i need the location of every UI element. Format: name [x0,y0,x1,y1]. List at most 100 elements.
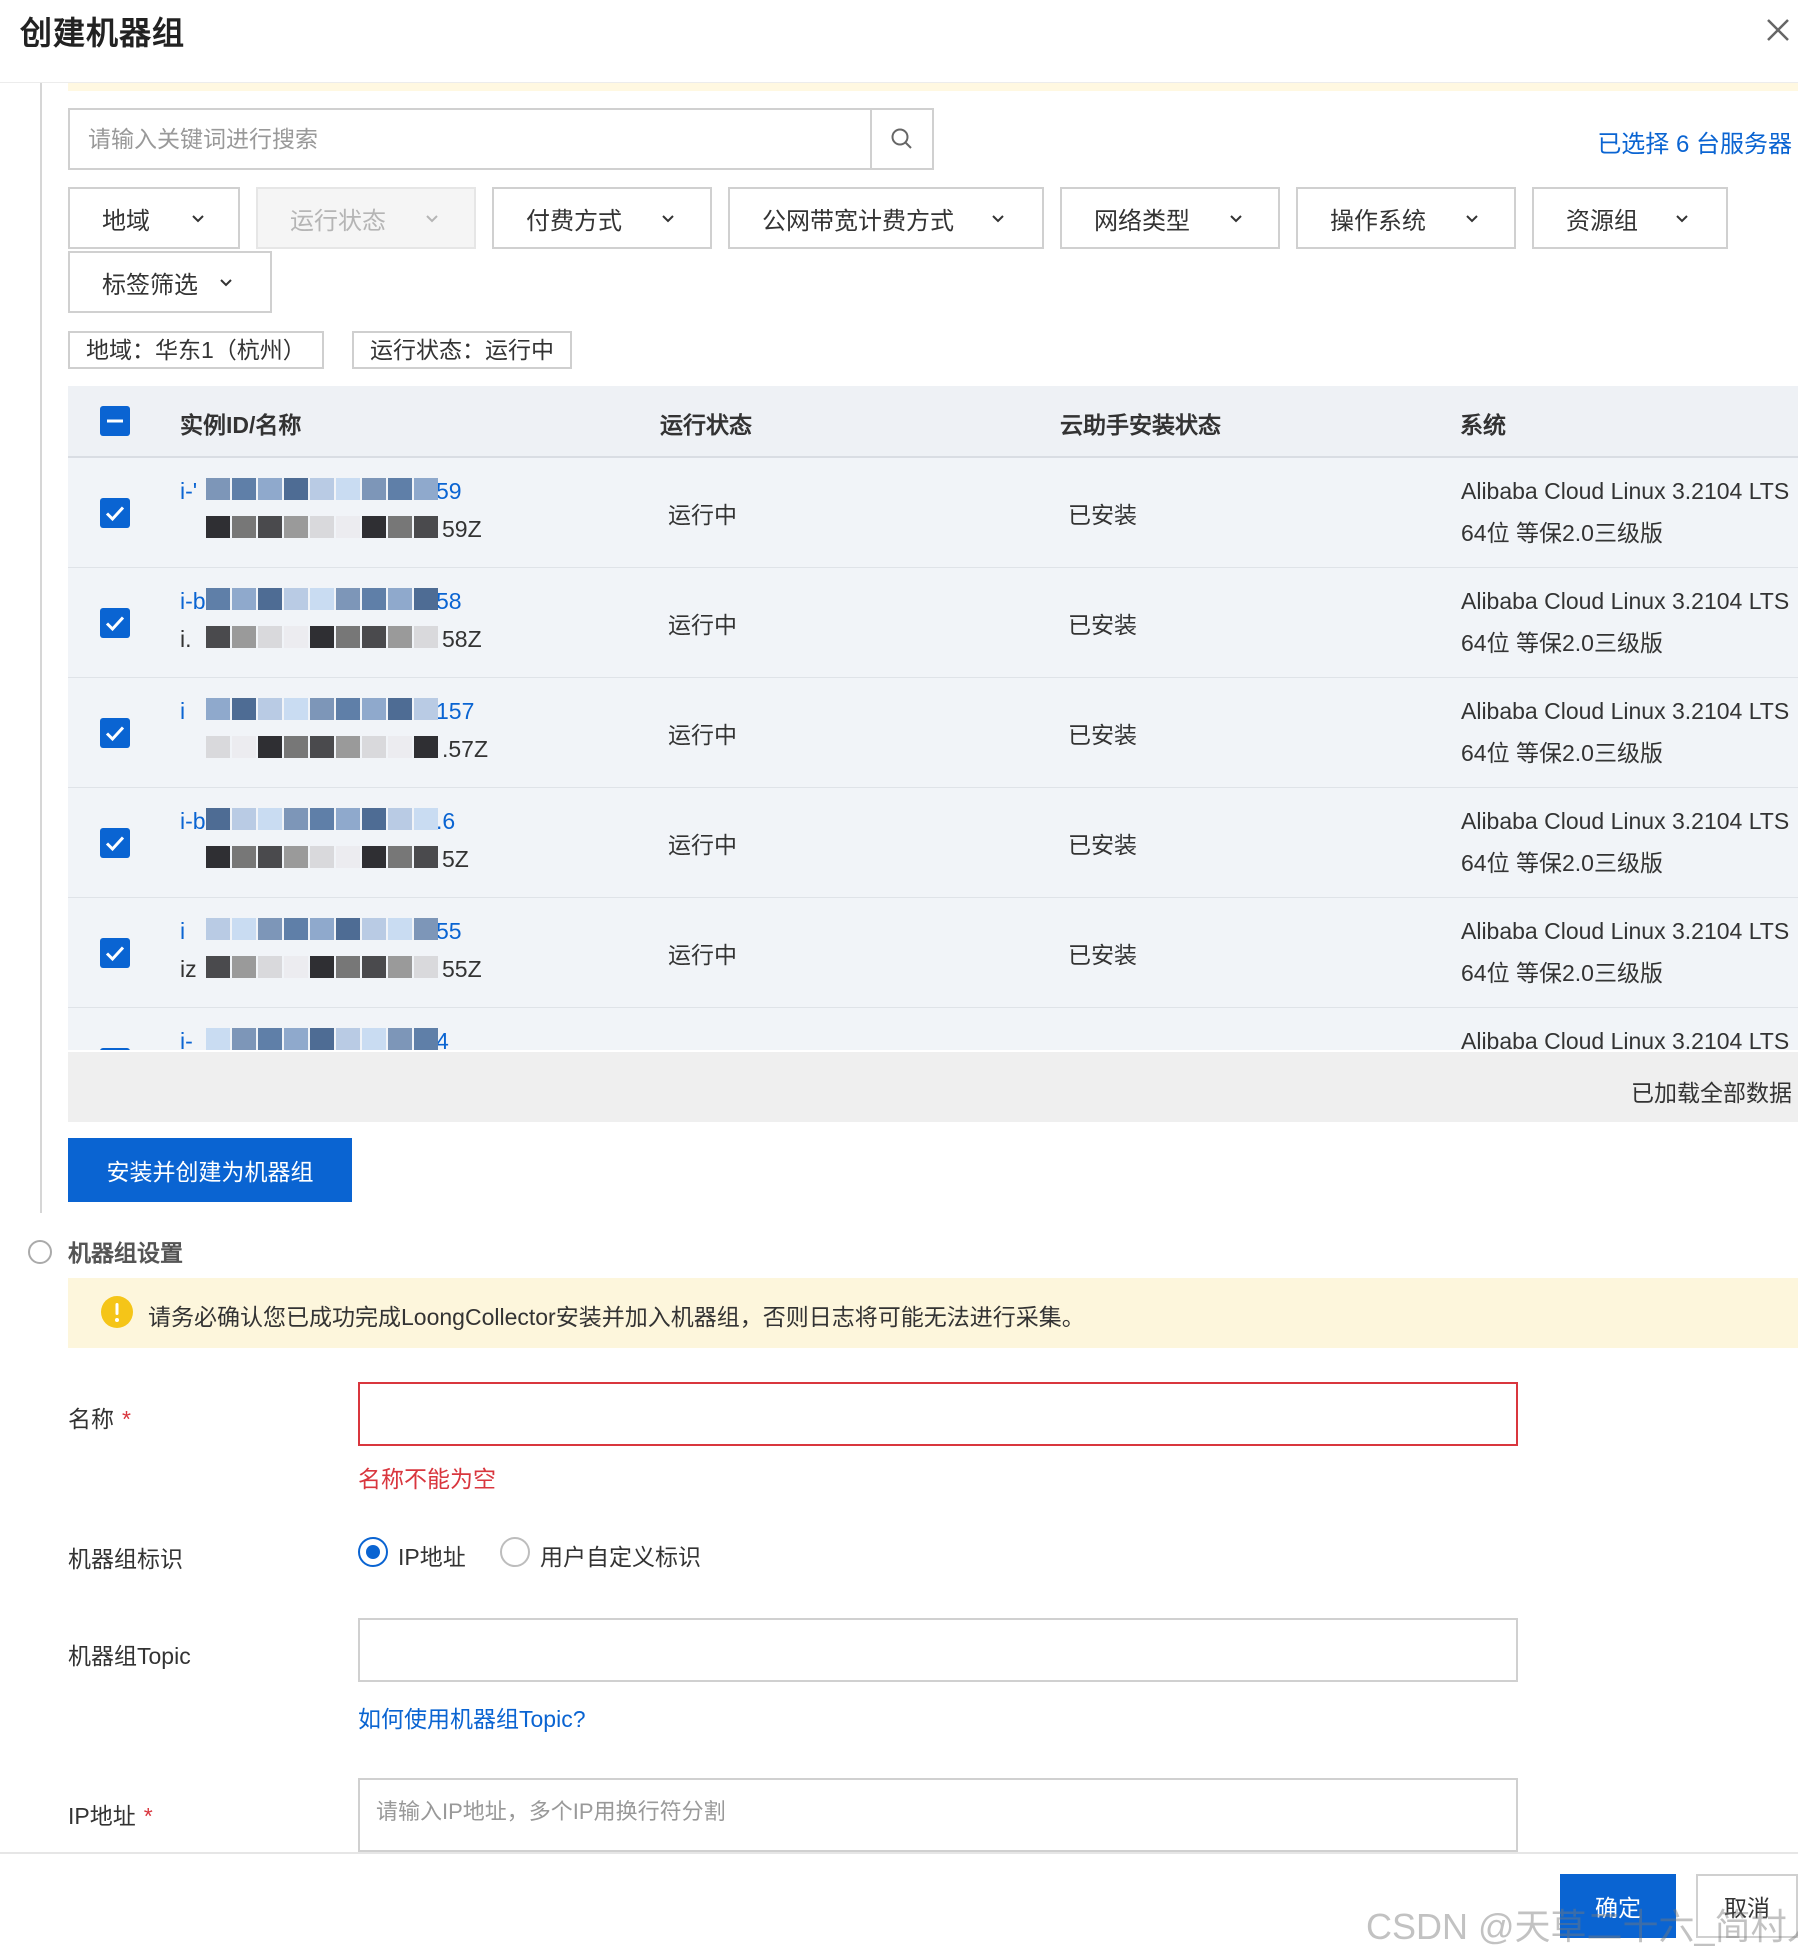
redacted-instance-id [206,804,438,834]
chevron-down-icon [662,215,674,223]
os-name: Alibaba Cloud Linux 3.2104 LTS [1461,478,1790,504]
ip-address-textarea[interactable] [358,1778,1518,1852]
radio-ip-address-label[interactable]: IP地址 [398,1538,466,1572]
name-label-text: 名称 [68,1406,114,1432]
run-status: 运行中 [668,832,737,858]
row-checkbox[interactable] [100,718,130,748]
filter-region[interactable]: 地域 [68,187,240,249]
filter-tags[interactable]: 标签筛选 [68,251,272,313]
filter-billing[interactable]: 付费方式 [492,187,712,249]
os-name: Alibaba Cloud Linux 3.2104 LTS [1461,808,1790,834]
os-edition: 64位 等保2.0三级版 [1461,520,1663,546]
instance-id-suffix[interactable]: 55 [436,918,462,945]
instance-id-suffix[interactable]: 58 [436,588,462,615]
selected-server-count: 已选择 6 台服务器 [1597,131,1792,158]
chevron-down-icon [1466,215,1478,223]
instance-id-suffix[interactable]: 157 [436,698,474,725]
instance-id[interactable]: i- [180,1028,193,1050]
filter-bandwidth-billing[interactable]: 公网带宽计费方式 [728,187,1044,249]
row-checkbox[interactable] [100,938,130,968]
table-row[interactable]: i 157 .57Z 运行中 已安装 Alibaba Cloud Linux 3.2104… [68,678,1798,788]
install-create-group-button[interactable]: 安装并创建为机器组 [68,1138,352,1202]
active-filter-tag[interactable]: 地域：华东1（杭州） [68,331,324,369]
table-footer: 已加载全部数据 [68,1054,1798,1122]
os-name: Alibaba Cloud Linux 3.2104 LTS [1461,698,1790,724]
run-status: 运行中 [668,502,737,528]
redacted-instance-id [206,914,438,944]
select-all-checkbox[interactable] [100,406,130,436]
instance-id[interactable]: i-b [180,588,206,615]
filter-label: 公网带宽计费方式 [762,207,954,235]
os-edition: 64位 等保2.0三级版 [1461,740,1663,766]
chevron-down-icon [992,215,1004,223]
redacted-instance-id [206,1024,438,1050]
radio-ip-address[interactable] [358,1537,388,1567]
instance-name-suffix: 59Z [442,516,482,542]
filter-resource-group[interactable]: 资源组 [1532,187,1728,249]
chevron-down-icon [1676,215,1688,223]
os-name: Alibaba Cloud Linux 3.2104 LTS [1461,918,1790,944]
instance-id[interactable]: i [180,918,185,945]
row-checkbox[interactable] [100,828,130,858]
required-mark: * [122,1406,131,1432]
search-button[interactable] [870,110,932,168]
chevron-down-icon [192,215,204,223]
name-input[interactable] [358,1382,1518,1446]
row-checkbox[interactable] [100,608,130,638]
instance-name: i. [180,626,192,652]
notice-text: 请务必确认您已成功完成LoongCollector安装并加入机器组，否则日志将可… [148,1304,1085,1330]
table-row[interactable]: i 55 iz 55Z 运行中 已安装 Alibaba Cloud Linux 3.2104… [68,898,1798,1008]
top-notice-strip [68,83,1798,91]
table-row[interactable]: i-b .6 5Z 运行中 已安装 Alibaba Cloud Linux 3.2104 … [68,788,1798,898]
radio-custom-identity[interactable] [500,1537,530,1567]
column-header-helper-status: 云助手安装状态 [1060,412,1221,438]
table-row[interactable]: i- 4 Alibaba Cloud Linux 3.2104 LTS [68,1008,1798,1050]
helper-install-status: 已安装 [1068,832,1137,858]
instance-name-suffix: 58Z [442,626,482,652]
redacted-instance-id [206,584,438,614]
redacted-instance-id [206,694,438,724]
filter-network-type[interactable]: 网络类型 [1060,187,1280,249]
os-edition: 64位 等保2.0三级版 [1461,960,1663,986]
os-name: Alibaba Cloud Linux 3.2104 LTS [1461,1028,1790,1050]
step-indicator [28,1240,52,1264]
table-row[interactable]: i-b 58 i. 58Z 运行中 已安装 Alibaba Cloud Linux 3.21… [68,568,1798,678]
os-edition: 64位 等保2.0三级版 [1461,630,1663,656]
column-header-os: 系统 [1460,412,1506,438]
filter-os[interactable]: 操作系统 [1296,187,1516,249]
step-title: 机器组设置 [68,1240,183,1266]
instance-id[interactable]: i [180,698,185,725]
filter-label: 资源组 [1566,207,1638,235]
instance-id-suffix[interactable]: 59 [436,478,462,505]
filter-label: 网络类型 [1094,207,1190,235]
instance-id[interactable]: i-' [180,478,197,505]
run-status: 运行中 [668,612,737,638]
os-name: Alibaba Cloud Linux 3.2104 LTS [1461,588,1790,614]
filter-label: 运行状态 [290,207,386,235]
instance-name-suffix: 5Z [442,846,469,872]
instance-name-suffix: .57Z [442,736,489,762]
row-checkbox[interactable] [100,498,130,528]
filter-label: 付费方式 [526,207,622,235]
close-icon[interactable] [1758,10,1798,50]
run-status: 运行中 [668,722,737,748]
dialog-title: 创建机器组 [20,15,186,51]
required-mark: * [143,1803,153,1829]
redacted-instance-name [206,622,438,652]
chevron-down-icon [426,215,438,223]
table-row[interactable]: i-' 59 59Z 运行中 已安装 Alibaba Cloud Linux 3.2104… [68,458,1798,568]
instance-id[interactable]: i-b [180,808,206,835]
redacted-instance-name [206,732,438,762]
instance-id-suffix[interactable]: .6 [436,808,455,835]
row-checkbox[interactable] [100,1048,130,1050]
topic-input[interactable] [358,1618,1518,1682]
radio-custom-identity-label[interactable]: 用户自定义标识 [540,1538,701,1572]
filter-label: 标签筛选 [102,271,198,299]
column-header-instance: 实例ID/名称 [180,412,302,438]
ip-label: IP地址 * [68,1797,153,1831]
chevron-down-icon [1230,215,1242,223]
search-input[interactable] [70,110,874,168]
active-filter-tag[interactable]: 运行状态：运行中 [352,331,572,369]
topic-label: 机器组Topic [68,1643,191,1669]
topic-help-link[interactable]: 如何使用机器组Topic? [358,1700,585,1734]
